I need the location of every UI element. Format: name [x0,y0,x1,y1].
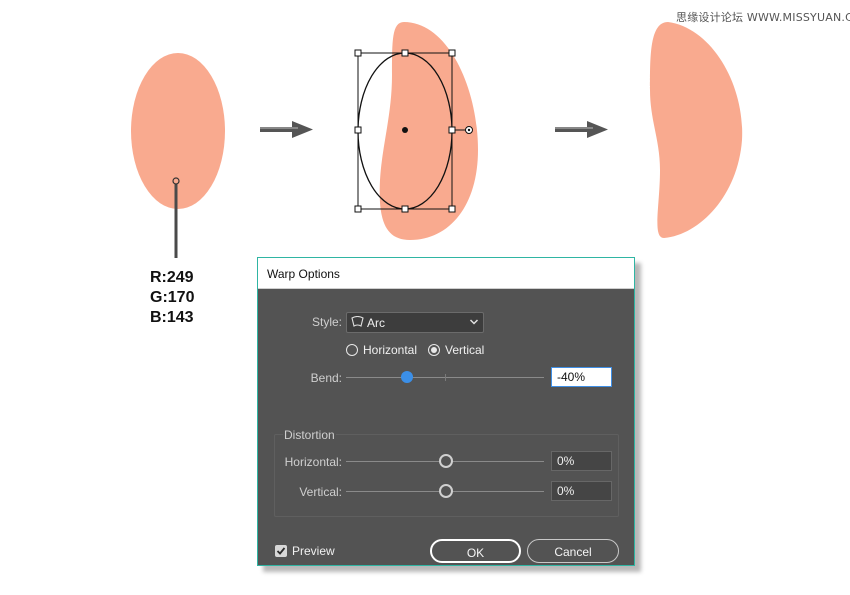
cancel-button[interactable]: Cancel [527,539,619,563]
radio-horizontal-label: Horizontal [363,343,418,357]
dialog-title-bar[interactable]: Warp Options [258,258,634,289]
color-pin-dot [172,177,180,185]
distortion-group [274,434,619,517]
radio-horizontal-circle[interactable] [346,344,358,356]
red-value: R:249 [150,269,194,286]
peach-ellipse [131,53,225,209]
bend-slider-center-tick [445,374,446,381]
color-readout: R:249 G:170 B:143 [150,268,194,328]
radio-horizontal[interactable]: Horizontal [346,341,417,359]
warp-options-dialog: Warp Options Style: Arc Horizontal Verti… [257,257,635,566]
dialog-body: Style: Arc Horizontal Vertical Bend: -40… [258,289,634,565]
watermark-text: 思缘设计论坛 WWW.MISSYUAN.COM [676,11,850,24]
arrow-right-icon [555,121,608,138]
distortion-vertical-handle[interactable] [439,484,453,498]
distortion-horizontal-handle[interactable] [439,454,453,468]
distortion-title: Distortion [283,428,336,442]
distortion-horizontal-label: Horizontal: [284,455,342,469]
preview-checkbox[interactable] [275,545,287,557]
bend-input[interactable]: -40% [551,367,612,387]
ok-button[interactable]: OK [430,539,521,563]
radio-vertical-circle[interactable] [428,344,440,356]
bend-slider-handle[interactable] [401,371,413,383]
dialog-title: Warp Options [267,267,340,281]
arc-style-icon [351,316,364,327]
distortion-vertical-label: Vertical: [299,485,342,499]
style-select[interactable]: Arc [346,312,484,333]
chevron-down-icon [469,319,479,325]
style-value: Arc [367,316,385,330]
bend-label: Bend: [310,371,342,385]
arrow-right-icon [260,121,313,138]
style-label: Style: [311,315,342,329]
blue-value: B:143 [150,309,194,326]
checkmark-icon [276,547,286,555]
green-value: G:170 [150,289,195,306]
radio-vertical[interactable]: Vertical [428,341,484,359]
radio-vertical-label: Vertical [445,343,485,357]
preview-label: Preview [292,544,335,558]
distortion-vertical-input[interactable]: 0% [551,481,612,501]
warped-shape-result [650,22,743,238]
distortion-horizontal-input[interactable]: 0% [551,451,612,471]
